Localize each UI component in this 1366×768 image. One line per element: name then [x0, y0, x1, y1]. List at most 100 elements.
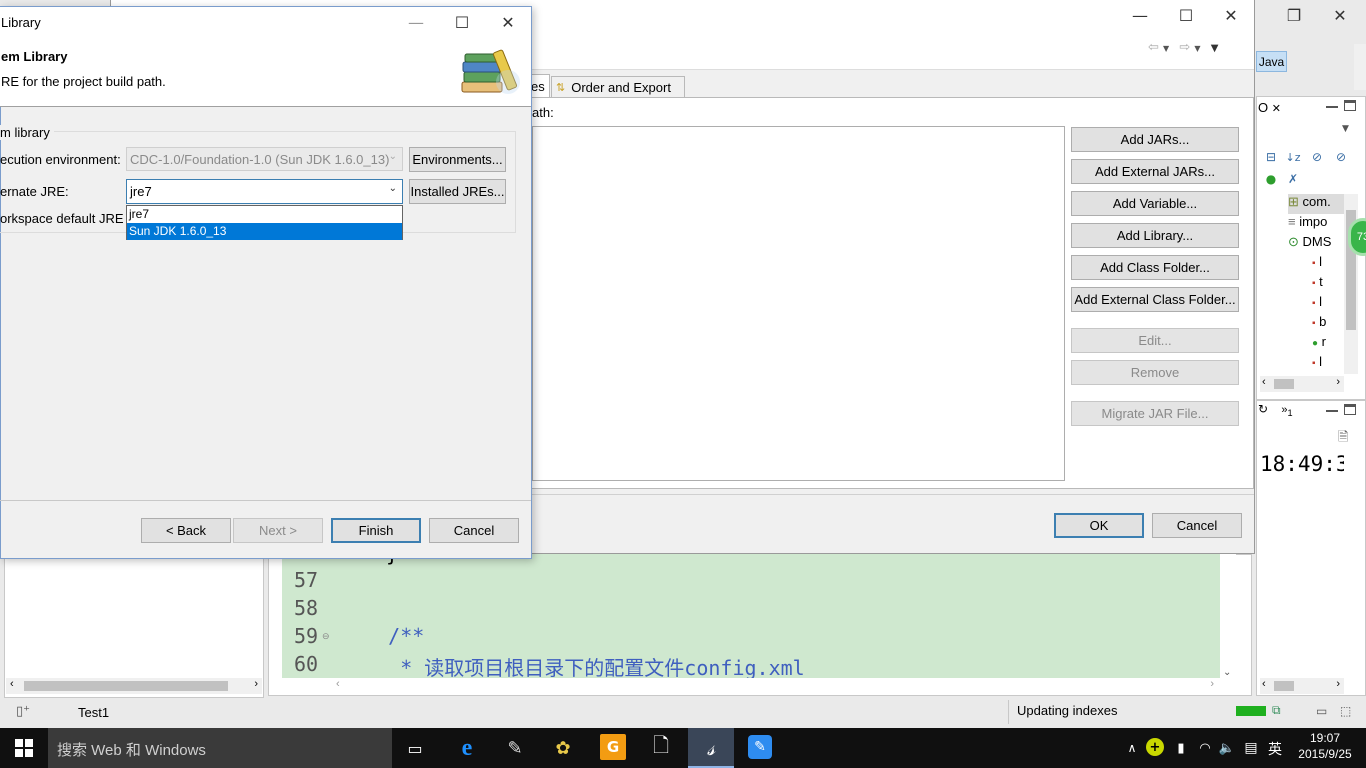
taskbar-time: 19:07: [1309, 731, 1341, 745]
wifi-icon[interactable]: ◠: [1196, 738, 1214, 758]
jre-cancel-button[interactable]: Cancel: [429, 518, 519, 543]
document-icon[interactable]: 🗎: [1338, 428, 1348, 450]
battery-icon[interactable]: ▮: [1172, 738, 1190, 758]
notepad-app-icon[interactable]: 🗋: [648, 733, 674, 762]
problems-badge[interactable]: 73: [1348, 218, 1366, 256]
alternate-jre-radio-label[interactable]: ernate JRE:: [0, 184, 69, 199]
tab-libraries[interactable]: es: [530, 74, 550, 98]
clock-horizontal-scrollbar[interactable]: ‹ ›: [1260, 678, 1344, 694]
workspace-default-radio-label[interactable]: orkspace default JRE (j: [0, 211, 134, 226]
view-menu-icon[interactable]: ▼: [1211, 43, 1219, 54]
taskbar-clock[interactable]: 19:07 2015/9/25: [1290, 730, 1360, 762]
dropdown-option[interactable]: jre7: [127, 206, 402, 223]
eclipse-close-button[interactable]: ✕: [1318, 0, 1362, 30]
maximize-icon[interactable]: ⬚: [1340, 704, 1351, 718]
back-dropdown-icon[interactable]: ▼: [1163, 44, 1169, 53]
outline-item[interactable]: ▪ t: [1312, 274, 1323, 289]
fold-icon[interactable]: ⊖: [322, 631, 330, 642]
show-hidden-icons-icon[interactable]: ∧: [1124, 738, 1140, 758]
remove-button[interactable]: Remove: [1071, 360, 1239, 385]
add-external-jars-button[interactable]: Add External JARs...: [1071, 159, 1239, 184]
notes-app-icon[interactable]: ✎: [748, 735, 772, 759]
outline-item[interactable]: ● r: [1312, 334, 1326, 349]
add-class-folder-button[interactable]: Add Class Folder...: [1071, 255, 1239, 280]
link-editor-icon[interactable]: ✗: [1286, 172, 1300, 186]
progress-bar[interactable]: [1236, 706, 1266, 716]
jre-dialog-close-button[interactable]: ✕: [486, 7, 530, 37]
minimize-view-icon[interactable]: [1326, 404, 1338, 412]
ok-button[interactable]: OK: [1054, 513, 1144, 538]
ime-indicator[interactable]: 英: [1268, 739, 1282, 759]
clock-view-tab[interactable]: ↻ »1: [1258, 402, 1293, 418]
code-line: * 读取项目根目录下的配置文件config.xml: [340, 656, 805, 680]
editor-horizontal-scrollbar[interactable]: ‹ ›: [330, 678, 1220, 694]
alternate-jre-select[interactable]: jre7 ⌄: [126, 179, 403, 204]
installed-jres-button[interactable]: Installed JREs...: [409, 179, 506, 204]
add-jars-button[interactable]: Add JARs...: [1071, 127, 1239, 152]
progress-view-icon[interactable]: ⧉: [1272, 703, 1281, 718]
hide-static-icon[interactable]: ⊘: [1334, 150, 1348, 164]
tab-order-export[interactable]: ⇅ Order and Export: [551, 76, 685, 98]
outline-item[interactable]: ▪ l: [1312, 254, 1322, 269]
new-item-icon[interactable]: ▯⁺: [16, 704, 30, 719]
notifications-icon[interactable]: ▤: [1242, 738, 1260, 758]
outline-item[interactable]: ▪ b: [1312, 314, 1326, 329]
libraries-list[interactable]: [532, 126, 1065, 481]
finish-button[interactable]: Finish: [331, 518, 421, 543]
outline-item[interactable]: ⊙ DMS: [1288, 234, 1331, 250]
restore-icon[interactable]: ▭: [1316, 704, 1327, 718]
start-button[interactable]: [0, 728, 48, 768]
tray-plus-icon[interactable]: +: [1146, 738, 1164, 756]
view-menu-icon[interactable]: ▼: [1342, 124, 1349, 134]
sort-icon[interactable]: ↓z: [1286, 150, 1301, 164]
build-path-minimize-button[interactable]: —: [1118, 0, 1162, 30]
dropdown-option-selected[interactable]: Sun JDK 1.6.0_13: [127, 223, 402, 240]
migrate-jar-button[interactable]: Migrate JAR File...: [1071, 401, 1239, 426]
build-path-label: ath:: [532, 105, 554, 120]
collapse-all-icon[interactable]: ⊟: [1264, 150, 1278, 164]
package-explorer-hscrollbar[interactable]: ‹ ›: [6, 678, 262, 694]
outline-tab-close-icon[interactable]: ✕: [1272, 103, 1281, 115]
forward-arrow-icon[interactable]: ⇨: [1179, 40, 1190, 55]
jre-dialog-maximize-button[interactable]: ☐: [440, 7, 484, 37]
add-library-button[interactable]: Add Library...: [1071, 223, 1239, 248]
maximize-view-icon[interactable]: [1344, 100, 1356, 111]
clock-view: [1256, 400, 1366, 696]
jre-dialog-title: Library: [1, 15, 41, 30]
outline-view-tab[interactable]: O ✕: [1258, 100, 1281, 115]
outline-item[interactable]: ⊞ com.: [1288, 194, 1344, 214]
cancel-button[interactable]: Cancel: [1152, 513, 1242, 538]
taskbar-search-box[interactable]: 搜索 Web 和 Windows: [48, 728, 392, 768]
environments-button[interactable]: Environments...: [409, 147, 506, 172]
perspective-java-button[interactable]: Java: [1256, 51, 1287, 72]
back-button[interactable]: < Back: [141, 518, 231, 543]
back-arrow-icon[interactable]: ⇦: [1148, 40, 1159, 55]
palette-app-icon[interactable]: ✿: [548, 734, 578, 762]
build-path-close-button[interactable]: ✕: [1209, 0, 1253, 30]
execution-environment-radio-label[interactable]: ecution environment:: [0, 152, 121, 167]
edit-button[interactable]: Edit...: [1071, 328, 1239, 353]
minimize-view-icon[interactable]: [1326, 100, 1338, 108]
hide-nonpublic-icon[interactable]: ●: [1264, 172, 1278, 186]
editor-vertical-scrollbar[interactable]: ⌄: [1220, 554, 1236, 678]
add-variable-button[interactable]: Add Variable...: [1071, 191, 1239, 216]
perspective-bar-scrollbar[interactable]: [1354, 44, 1366, 90]
forward-dropdown-icon[interactable]: ▼: [1194, 44, 1200, 53]
build-path-maximize-button[interactable]: ☐: [1164, 0, 1208, 30]
add-external-class-folder-button[interactable]: Add External Class Folder...: [1071, 287, 1239, 312]
edge-browser-icon[interactable]: e: [452, 734, 482, 762]
execution-environment-select[interactable]: CDC-1.0/Foundation-1.0 (Sun JDK 1.6.0_13…: [126, 147, 403, 171]
outline-horizontal-scrollbar[interactable]: ‹ ›: [1260, 376, 1344, 392]
task-view-icon[interactable]: ▭: [400, 734, 430, 762]
next-button[interactable]: Next >: [233, 518, 323, 543]
eclipse-restore-button[interactable]: ❐: [1272, 0, 1316, 30]
jre-dialog-minimize-button[interactable]: —: [394, 7, 438, 37]
hide-fields-icon[interactable]: ⊘: [1310, 150, 1324, 164]
outline-item[interactable]: ▪ l: [1312, 354, 1322, 369]
sublime-app-icon[interactable]: G: [600, 734, 626, 760]
maximize-view-icon[interactable]: [1344, 404, 1356, 415]
outline-item[interactable]: ▪ l: [1312, 294, 1322, 309]
paint-app-icon[interactable]: ✎: [500, 734, 530, 762]
volume-icon[interactable]: 🔈: [1218, 738, 1236, 758]
outline-item[interactable]: ≡ impo: [1288, 214, 1327, 229]
